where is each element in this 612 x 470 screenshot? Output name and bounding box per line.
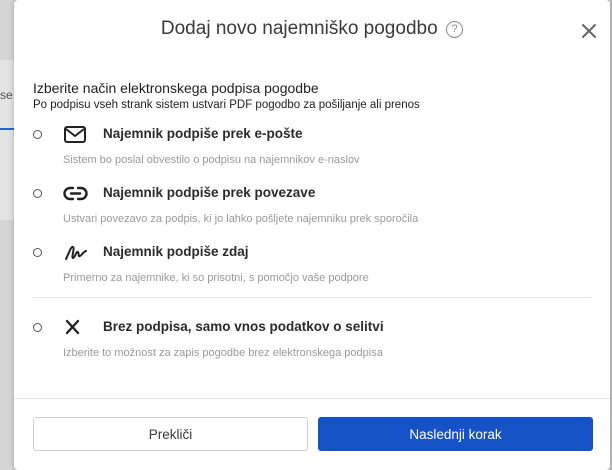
option-no-signature-description: Izberite to možnost za zapis pogodbe bre… [63,347,383,359]
option-link-description: Ustvari povezavo za podpis, ki jo lahko … [63,213,419,225]
x-icon [63,318,89,338]
options-divider [33,297,590,298]
option-no-signature-label: Brez podpisa, samo vnos podatkov o selit… [103,319,384,334]
intro-title: Izberite način elektronskega podpisa pog… [33,80,319,96]
link-icon [63,184,89,204]
signature-method-dialog: Dodaj novo najemniško pogodbo ? Izberite… [14,0,610,470]
dialog-intro: Izberite način elektronskega podpisa pog… [33,80,420,111]
next-step-button[interactable]: Naslednji korak [318,417,593,451]
option-link-radio[interactable] [33,189,42,198]
intro-subtitle: Po podpisu vseh strank sistem ustvari PD… [33,99,420,111]
option-no-signature[interactable]: Brez podpisa, samo vnos podatkov o selit… [14,318,610,372]
envelope-icon [63,125,89,145]
option-sign-now-description: Primerno za najemnike, ki so prisotni, s… [63,272,369,284]
dialog-header: Dodaj novo najemniško pogodbo ? [14,0,610,60]
footer-divider [14,398,610,399]
option-email[interactable]: Najemnik podpiše prek e-pošte Sistem bo … [14,125,610,179]
background-tab-text: se [0,88,13,102]
background-card [0,60,14,220]
option-email-radio[interactable] [33,130,42,139]
option-no-signature-radio[interactable] [33,323,42,332]
option-sign-now-radio[interactable] [33,248,42,257]
option-link-label: Najemnik podpiše prek povezave [103,185,316,200]
option-sign-now-label: Najemnik podpiše zdaj [103,244,249,259]
help-icon[interactable]: ? [446,20,464,38]
cancel-button[interactable]: Prekliči [33,417,308,451]
dialog-title: Dodaj novo najemniško pogodbo [160,18,438,39]
option-email-label: Najemnik podpiše prek e-pošte [103,126,303,141]
signature-icon [63,243,89,263]
option-link[interactable]: Najemnik podpiše prek povezave Ustvari p… [14,184,610,238]
background-tab-underline [0,128,14,130]
close-icon [582,24,596,38]
dialog-title-row: Dodaj novo najemniško pogodbo ? [14,18,610,40]
close-button[interactable] [580,22,598,40]
option-sign-now[interactable]: Najemnik podpiše zdaj Primerno za najemn… [14,243,610,297]
option-email-description: Sistem bo poslal obvestilo o podpisu na … [63,154,360,166]
